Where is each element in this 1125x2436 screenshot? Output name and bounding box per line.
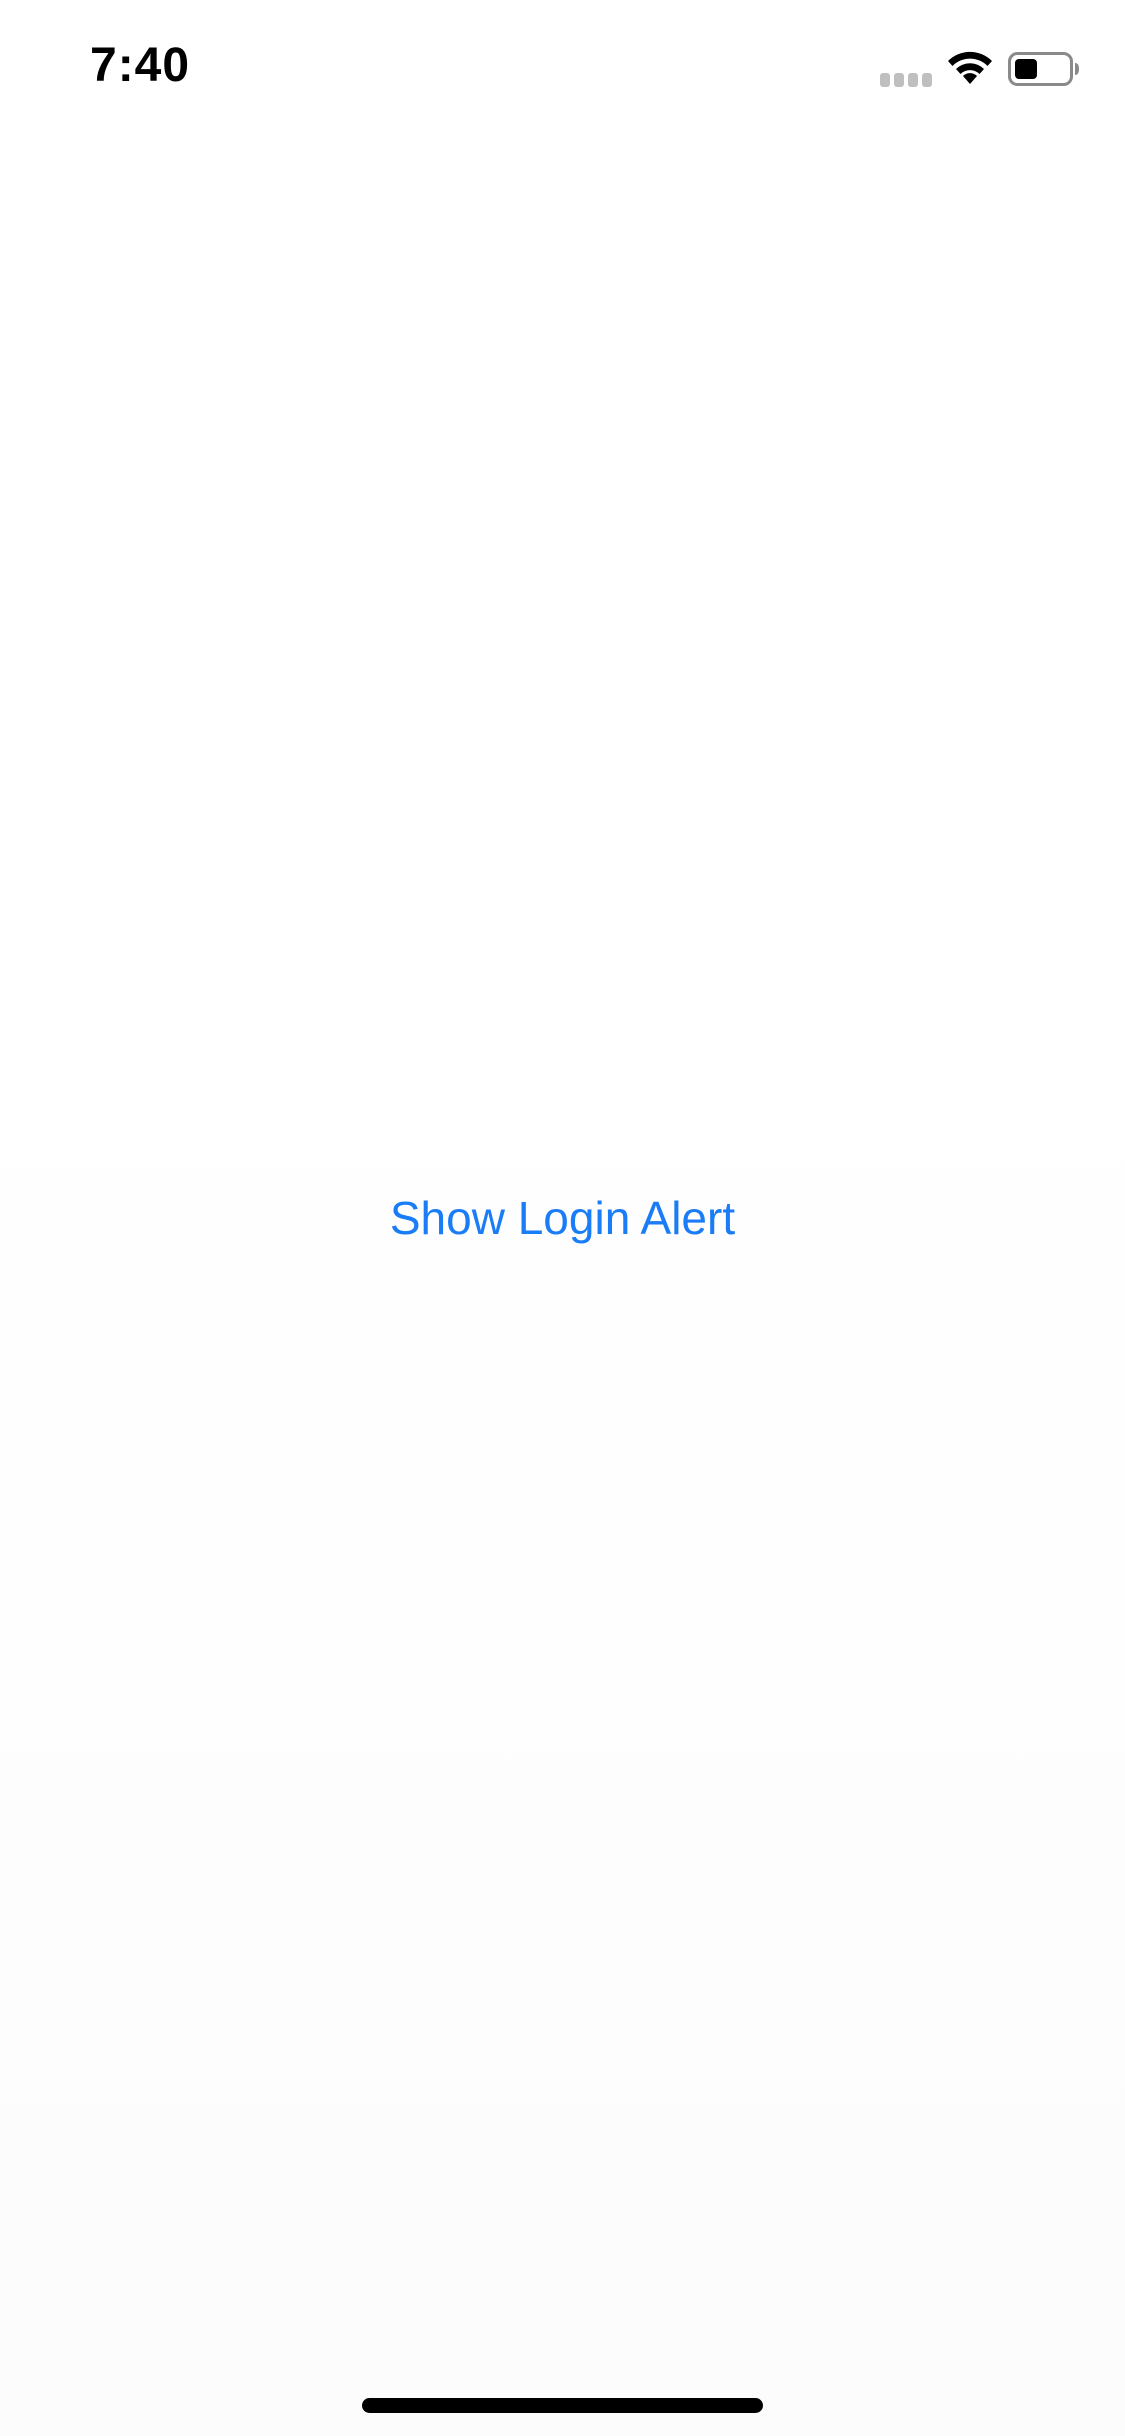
cellular-signal-icon <box>880 73 932 87</box>
show-login-alert-button[interactable]: Show Login Alert <box>0 1186 1125 1250</box>
status-bar: 7:40 <box>0 0 1125 132</box>
status-time: 7:40 <box>90 39 191 92</box>
signal-bar <box>880 73 890 87</box>
app-screen: 7:40 Show Login Alert <box>0 0 1125 2436</box>
signal-bar <box>894 73 904 87</box>
home-indicator[interactable] <box>362 2398 763 2413</box>
battery-icon <box>1008 52 1079 86</box>
signal-bar <box>908 73 918 87</box>
wifi-icon <box>948 51 992 84</box>
signal-bar <box>922 73 932 87</box>
